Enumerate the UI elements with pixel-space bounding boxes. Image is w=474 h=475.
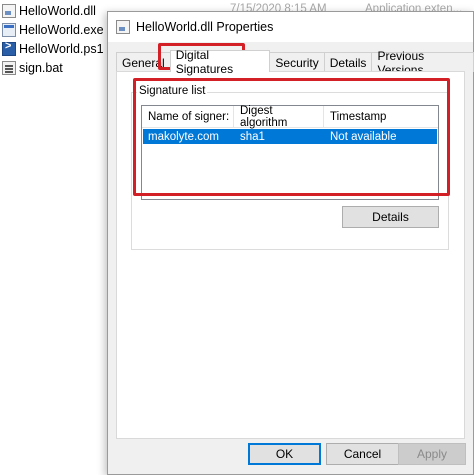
cell-digest: sha1 bbox=[240, 130, 265, 143]
table-row[interactable]: makolyte.com sha1 Not available bbox=[143, 129, 437, 144]
dll-file-icon bbox=[116, 20, 130, 34]
signature-list-label: Signature list bbox=[137, 85, 208, 97]
apply-button: Apply bbox=[398, 443, 466, 465]
file-name: sign.bat bbox=[19, 61, 63, 75]
tab-digital-signatures[interactable]: Digital Signatures bbox=[169, 48, 271, 76]
tab-details[interactable]: Details bbox=[323, 52, 373, 72]
column-header-digest[interactable]: Digest algorithm bbox=[234, 105, 324, 129]
powershell-file-icon bbox=[2, 40, 16, 56]
file-item-helloworld-ps1[interactable]: HelloWorld.ps1 bbox=[2, 40, 104, 58]
batch-file-icon bbox=[2, 61, 16, 75]
exe-file-icon bbox=[2, 23, 16, 37]
cell-signer: makolyte.com bbox=[148, 130, 219, 143]
file-name: HelloWorld.dll bbox=[19, 4, 96, 18]
file-item-sign-bat[interactable]: sign.bat bbox=[2, 59, 63, 77]
dll-file-icon bbox=[2, 4, 16, 18]
tab-security[interactable]: Security bbox=[269, 52, 325, 72]
cell-timestamp: Not available bbox=[330, 130, 397, 143]
digital-signatures-panel: Signature list Name of signer: Digest al… bbox=[116, 71, 465, 439]
tab-strip: General Digital Signatures Security Deta… bbox=[116, 48, 474, 77]
dialog-titlebar[interactable]: HelloWorld.dll Properties bbox=[108, 12, 473, 42]
file-name: HelloWorld.ps1 bbox=[19, 42, 104, 56]
dialog-title: HelloWorld.dll Properties bbox=[136, 20, 274, 34]
tab-general[interactable]: General bbox=[116, 52, 171, 72]
file-item-helloworld-dll[interactable]: HelloWorld.dll bbox=[2, 2, 96, 20]
column-header-timestamp[interactable]: Timestamp bbox=[324, 106, 438, 128]
cancel-button[interactable]: Cancel bbox=[326, 443, 399, 465]
tab-previous-versions[interactable]: Previous Versions bbox=[371, 49, 474, 77]
listview-header: Name of signer: Digest algorithm Timesta… bbox=[142, 105, 438, 129]
column-header-signer[interactable]: Name of signer: bbox=[142, 106, 234, 128]
properties-dialog: HelloWorld.dll Properties General Digita… bbox=[107, 11, 474, 475]
file-item-helloworld-exe[interactable]: HelloWorld.exe bbox=[2, 21, 104, 39]
details-button[interactable]: Details bbox=[342, 206, 439, 228]
signature-listview[interactable]: Name of signer: Digest algorithm Timesta… bbox=[141, 105, 439, 200]
file-name: HelloWorld.exe bbox=[19, 23, 104, 37]
ok-button[interactable]: OK bbox=[248, 443, 321, 465]
